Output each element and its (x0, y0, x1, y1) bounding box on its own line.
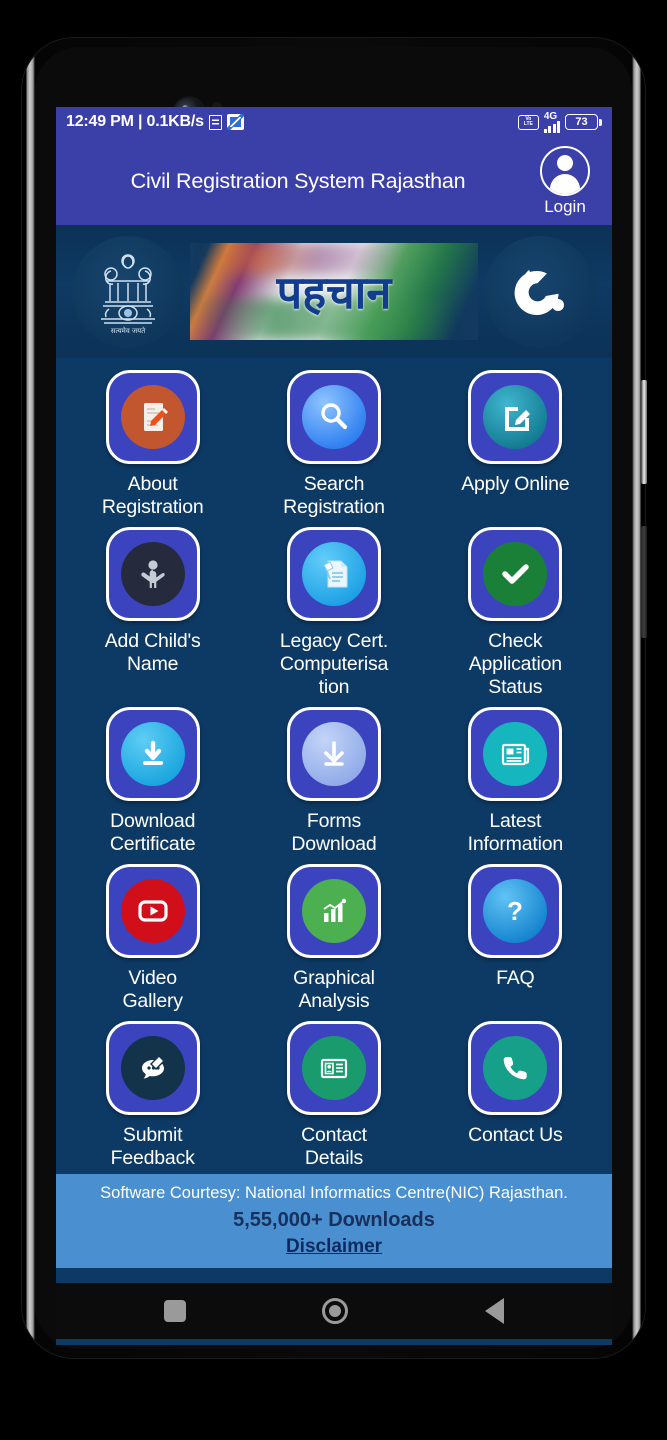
newspaper-icon (483, 722, 548, 786)
menu-item-contact-details[interactable]: Contact Details (243, 1017, 424, 1170)
phone-screen: 12:49 PM | 0.1KB/s Vo LTE 4G 73 Civil Re… (56, 107, 612, 1345)
menu-item-label: Legacy Cert. Computerisa tion (279, 630, 389, 698)
power-button[interactable] (641, 526, 647, 638)
menu-item-add-childs-name[interactable]: Add Child's Name (62, 523, 243, 699)
recents-square-icon[interactable] (164, 1300, 187, 1322)
india-national-emblem-icon: सत्यमेव जयते (72, 235, 184, 348)
menu-item-forms-download[interactable]: Forms Download (243, 703, 424, 856)
tile-box (468, 527, 563, 621)
app-notification-icon (226, 114, 244, 130)
tile-box (468, 707, 563, 801)
status-bar-left: 12:49 PM | 0.1KB/s (66, 113, 244, 131)
tile-box (286, 864, 381, 958)
tile-box (286, 1021, 381, 1115)
pehchan-logo: पहचान (190, 243, 478, 340)
menu-item-label: Submit Feedback (110, 1124, 195, 1169)
user-avatar-icon (540, 145, 590, 196)
bar-chart-icon (301, 879, 366, 943)
tile-box (286, 707, 381, 801)
menu-item-check-application-status[interactable]: Check Application Status (425, 523, 606, 699)
signal-bars-icon (543, 120, 560, 133)
menu-grid: About Registration Search Registration A… (56, 358, 612, 1174)
tile-box (105, 864, 200, 958)
battery-tip (599, 118, 602, 126)
back-triangle-icon[interactable] (484, 1298, 504, 1324)
menu-item-label: Contact Details (301, 1124, 367, 1169)
child-icon (120, 542, 185, 606)
network-type-label: 4G (543, 110, 558, 122)
volte-icon: Vo LTE (517, 114, 539, 130)
menu-item-label: Check Application Status (468, 630, 562, 698)
status-bar: 12:49 PM | 0.1KB/s Vo LTE 4G 73 (56, 107, 612, 137)
download-arrow-icon (301, 722, 366, 786)
question-mark-icon: ? (483, 879, 548, 943)
page-title: Civil Registration System Rajasthan (130, 168, 466, 193)
login-label: Login (544, 196, 586, 216)
home-circle-icon[interactable] (322, 1298, 349, 1324)
menu-item-label: Search Registration (283, 473, 385, 518)
tile-box (105, 527, 200, 621)
app-bar: Civil Registration System Rajasthan Logi… (56, 137, 612, 225)
footer: Software Courtesy: National Informatics … (56, 1174, 612, 1268)
feedback-chat-icon (120, 1036, 185, 1100)
menu-item-search-registration[interactable]: Search Registration (243, 366, 424, 519)
menu-item-label: About Registration (101, 473, 204, 518)
android-nav-bar (56, 1283, 612, 1339)
menu-item-apply-online[interactable]: Apply Online (425, 366, 606, 519)
menu-item-about-registration[interactable]: About Registration (62, 366, 243, 519)
volume-button[interactable] (641, 380, 647, 484)
magnifier-icon (301, 385, 366, 449)
menu-item-contact-us[interactable]: Contact Us (425, 1017, 606, 1170)
phone-icon (483, 1036, 548, 1100)
downloads-count: 5,55,000+ Downloads (233, 1209, 435, 1231)
menu-item-label: Apply Online (461, 473, 570, 495)
menu-item-submit-feedback[interactable]: Submit Feedback (62, 1017, 243, 1170)
login-button[interactable]: Login (526, 145, 604, 217)
id-card-icon (301, 1036, 366, 1100)
tile-box: ? (468, 864, 563, 958)
menu-item-legacy-cert-computerisation[interactable]: Legacy Cert. Computerisa tion (243, 523, 424, 699)
swirl-logo-icon (484, 235, 596, 348)
youtube-play-icon (120, 879, 185, 943)
menu-item-latest-information[interactable]: Latest Information (425, 703, 606, 856)
menu-item-graphical-analysis[interactable]: Graphical Analysis (243, 860, 424, 1013)
disclaimer-link[interactable]: Disclaimer (286, 1236, 382, 1258)
download-icon (120, 722, 185, 786)
menu-item-label: Graphical Analysis (293, 967, 375, 1012)
menu-item-label: FAQ (496, 967, 535, 989)
menu-item-label: Latest Information (467, 810, 564, 855)
menu-item-download-certificate[interactable]: Download Certificate (62, 703, 243, 856)
tile-box (105, 370, 200, 464)
volte-line2: LTE (523, 121, 533, 127)
check-circle-icon (483, 542, 548, 606)
battery-level-label: 73 (565, 114, 598, 130)
document-pencil-icon (120, 385, 185, 449)
tile-box (468, 1021, 563, 1115)
legacy-document-icon (301, 542, 366, 606)
menu-item-faq[interactable]: ? FAQ (425, 860, 606, 1013)
software-courtesy-text: Software Courtesy: National Informatics … (100, 1184, 568, 1202)
tile-box (105, 1021, 200, 1115)
emblem-motto: सत्यमेव जयते (111, 326, 146, 335)
svg-text:?: ? (507, 896, 523, 926)
menu-item-label: Forms Download (291, 810, 377, 855)
tile-box (105, 707, 200, 801)
battery-icon: 73 (565, 114, 602, 130)
edit-square-icon (483, 385, 548, 449)
tile-box (286, 370, 381, 464)
tile-box (286, 527, 381, 621)
pehchan-logo-text: पहचान (276, 266, 392, 319)
menu-item-label: Contact Us (468, 1124, 563, 1146)
status-time-and-speed: 12:49 PM | 0.1KB/s (66, 113, 204, 130)
menu-item-label: Download Certificate (109, 810, 196, 855)
menu-item-label: Add Child's Name (104, 630, 201, 675)
menu-item-video-gallery[interactable]: Video Gallery (62, 860, 243, 1013)
banner: सत्यमेव जयते पहचान (56, 225, 612, 358)
menu-item-label: Video Gallery (122, 967, 183, 1012)
status-bar-right: Vo LTE 4G 73 (517, 110, 602, 133)
tile-box (468, 370, 563, 464)
network-indicator: 4G (543, 110, 560, 133)
document-icon (208, 114, 222, 130)
